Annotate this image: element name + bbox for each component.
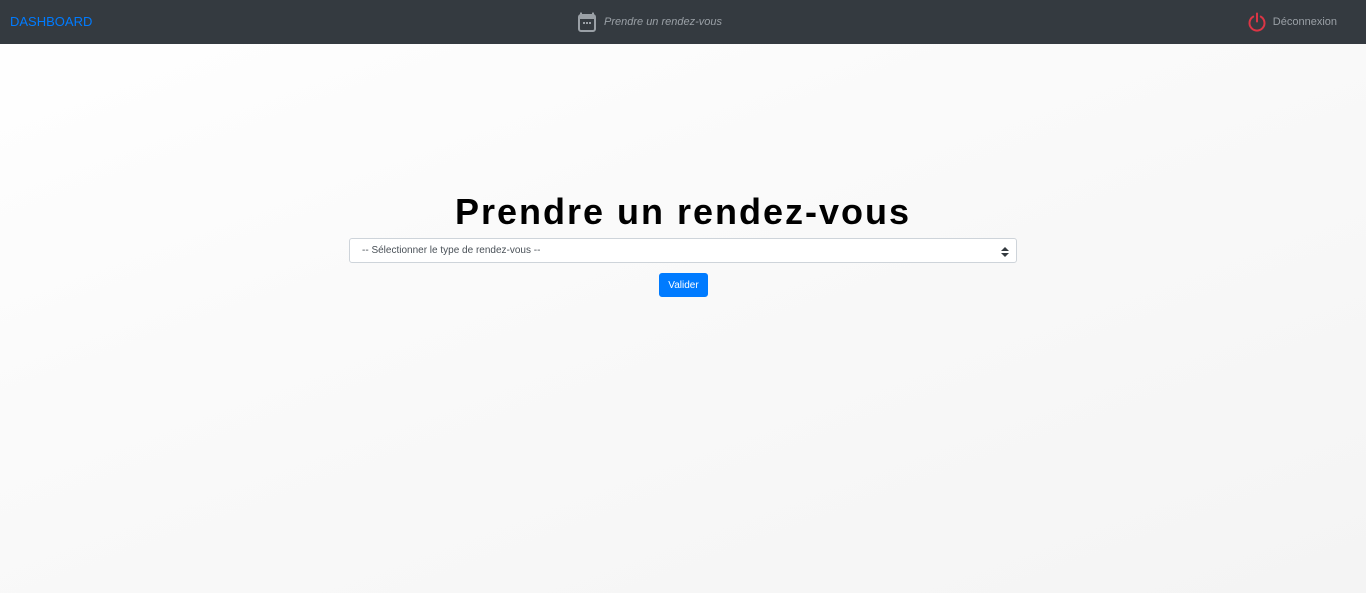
top-navbar: DASHBOARD Prendre un rendez-vous Déconne… — [0, 0, 1366, 44]
power-icon — [1247, 12, 1267, 32]
validate-button[interactable]: Valider — [659, 273, 708, 297]
logout-link[interactable]: Déconnexion — [1247, 12, 1337, 32]
nav-link-appointment[interactable]: Prendre un rendez-vous — [578, 12, 722, 32]
nav-link-appointment-label: Prendre un rendez-vous — [604, 16, 723, 28]
select-arrows-icon — [1001, 245, 1009, 257]
page-title: Prendre un rendez-vous — [454, 191, 912, 232]
calendar-icon — [578, 12, 596, 32]
appointment-type-select[interactable]: -- Sélectionner le type de rendez-vous -… — [349, 238, 1017, 263]
dashboard-link[interactable]: DASHBOARD — [10, 14, 92, 30]
logout-label: Déconnexion — [1272, 16, 1337, 28]
appointment-type-select-value: -- Sélectionner le type de rendez-vous -… — [362, 245, 541, 256]
